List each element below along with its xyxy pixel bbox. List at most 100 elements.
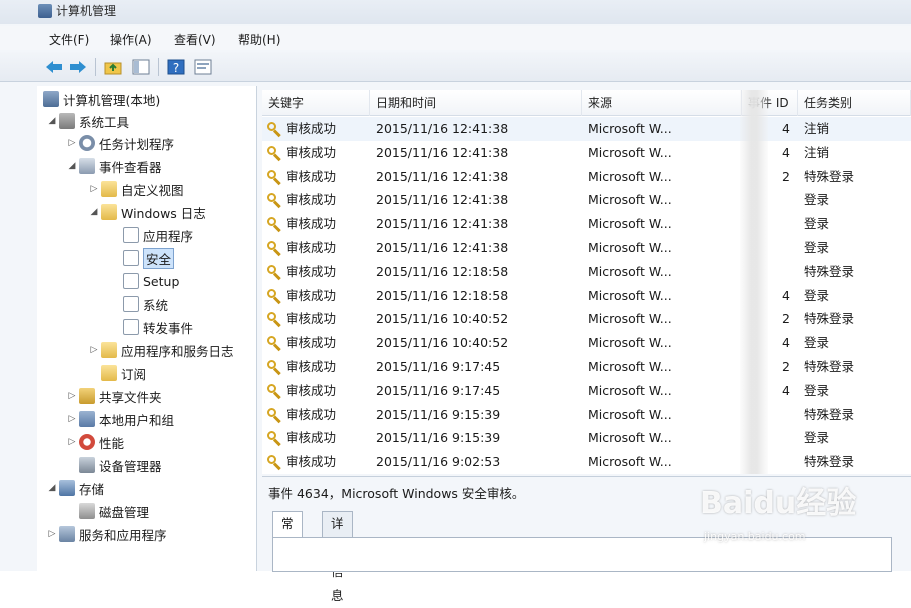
tree-node-task-scheduler[interactable]: ▷ 任务计划程序 bbox=[67, 132, 174, 154]
table-row[interactable]: 审核成功 2015/11/16 9:15:39 Microsoft W... 登录 bbox=[262, 426, 911, 450]
folder-icon bbox=[101, 204, 117, 220]
table-row[interactable]: 审核成功 2015/11/16 12:41:38 Microsoft W... 4 注销 bbox=[262, 141, 911, 165]
cell-source: Microsoft W... bbox=[588, 263, 672, 279]
tree-node-label: 安全 bbox=[143, 247, 175, 269]
tree-node-shared-folders[interactable]: ▷ 共享文件夹 bbox=[67, 385, 162, 407]
cell-datetime: 2015/11/16 9:15:39 bbox=[376, 406, 501, 422]
tree-node-label: 系统工具 bbox=[79, 114, 130, 130]
tree-node-event-viewer[interactable]: ◢ 事件查看器 bbox=[67, 155, 162, 177]
cell-keyword: 审核成功 bbox=[286, 311, 337, 327]
menu-bar: 文件(F) 操作(A) 查看(V) 帮助(H) bbox=[0, 26, 911, 50]
menu-help[interactable]: 帮助(H) bbox=[238, 31, 280, 48]
cell-datetime: 2015/11/16 12:41:38 bbox=[376, 121, 509, 136]
column-header-source[interactable]: 来源 bbox=[582, 90, 742, 116]
expand-arrow-icon[interactable]: ▷ bbox=[89, 345, 99, 355]
tree-node-forwarded-events[interactable]: 转发事件 bbox=[121, 316, 193, 338]
tree-node-custom-views[interactable]: ▷ 自定义视图 bbox=[89, 178, 184, 200]
tree-node-performance[interactable]: ▷ 性能 bbox=[67, 431, 124, 453]
tree-node-disk-management[interactable]: 磁盘管理 bbox=[77, 500, 149, 522]
menu-file[interactable]: 文件(F) bbox=[49, 31, 89, 48]
tree-node-application-log[interactable]: 应用程序 bbox=[121, 224, 193, 246]
cell-keyword: 审核成功 bbox=[286, 287, 337, 303]
tree-node-label: 服务和应用程序 bbox=[79, 527, 167, 543]
table-row[interactable]: 审核成功 2015/11/16 12:18:58 Microsoft W... 特殊登… bbox=[262, 260, 911, 284]
table-row[interactable]: 审核成功 2015/11/16 12:41:38 Microsoft W... 登录 bbox=[262, 212, 911, 236]
tree-node-label: 应用程序和服务日志 bbox=[121, 343, 234, 359]
table-row[interactable]: 审核成功 2015/11/16 9:17:45 Microsoft W... 2 特殊登… bbox=[262, 355, 911, 379]
tree-node-label: 转发事件 bbox=[143, 320, 194, 336]
expand-arrow-icon[interactable]: ▷ bbox=[89, 184, 99, 194]
tree-node-security-log[interactable]: 安全 bbox=[121, 247, 175, 269]
table-row[interactable]: 审核成功 2015/11/16 12:18:58 Microsoft W... 4 登录 bbox=[262, 284, 911, 308]
tree-node-label: 磁盘管理 bbox=[99, 504, 150, 520]
cell-keyword: 审核成功 bbox=[286, 121, 337, 136]
collapse-arrow-icon[interactable]: ◢ bbox=[89, 207, 99, 217]
table-row[interactable]: 审核成功 2015/11/16 10:40:52 Microsoft W... 2 特殊… bbox=[262, 307, 911, 331]
properties-icon[interactable] bbox=[193, 57, 213, 77]
collapse-arrow-icon[interactable]: ◢ bbox=[67, 161, 77, 171]
forward-icon[interactable] bbox=[68, 57, 88, 77]
expand-arrow-icon[interactable]: ▷ bbox=[67, 391, 77, 401]
tree-node-device-manager[interactable]: 设备管理器 bbox=[77, 454, 162, 476]
cell-event-id: 4 bbox=[782, 335, 790, 351]
tree-node-windows-logs[interactable]: ◢ Windows 日志 bbox=[89, 201, 206, 223]
tree-node-setup-log[interactable]: Setup bbox=[121, 270, 179, 292]
tree-node-app-service-logs[interactable]: ▷ 应用程序和服务日志 bbox=[89, 339, 234, 361]
back-icon[interactable] bbox=[44, 57, 64, 77]
cell-datetime: 2015/11/16 10:40:52 bbox=[376, 335, 509, 351]
expand-arrow-icon[interactable]: ▷ bbox=[67, 437, 77, 447]
expand-arrow-icon[interactable]: ▷ bbox=[67, 414, 77, 424]
cell-keyword: 审核成功 bbox=[286, 382, 337, 398]
table-row[interactable]: 审核成功 2015/11/16 9:15:39 Microsoft W... 特殊登录 bbox=[262, 403, 911, 427]
cell-task-category: 注销 bbox=[804, 144, 830, 160]
help-icon[interactable]: ? bbox=[166, 57, 186, 77]
tree-node-computer-management[interactable]: 计算机管理(本地) bbox=[41, 88, 160, 110]
table-row[interactable]: 审核成功 2015/11/16 12:41:38 Microsoft W... 4 注销 bbox=[262, 117, 911, 141]
table-row[interactable]: 审核成功 2015/11/16 12:41:38 Microsoft W... 登录 bbox=[262, 236, 911, 260]
cell-keyword: 审核成功 bbox=[286, 192, 337, 208]
tree-node-subscriptions[interactable]: 订阅 bbox=[99, 362, 146, 384]
table-row[interactable]: 审核成功 2015/11/16 10:40:52 Microsoft W... 4 登录 bbox=[262, 331, 911, 355]
cell-keyword: 审核成功 bbox=[286, 359, 337, 374]
cell-source: Microsoft W... bbox=[588, 382, 672, 398]
menu-action[interactable]: 操作(A) bbox=[110, 31, 152, 48]
up-folder-icon[interactable] bbox=[103, 57, 123, 77]
column-header-keyword[interactable]: 关键字 bbox=[262, 90, 370, 116]
cell-datetime: 2015/11/16 12:41:38 bbox=[376, 144, 509, 160]
tab-general[interactable]: 常规 bbox=[272, 511, 303, 555]
tab-details[interactable]: 详细信息 bbox=[322, 511, 353, 603]
tree-node-local-users[interactable]: ▷ 本地用户和组 bbox=[67, 408, 174, 430]
expand-arrow-icon[interactable]: ▷ bbox=[47, 529, 57, 539]
table-row[interactable]: 审核成功 2015/11/16 9:02:53 Microsoft W... 特殊登录 bbox=[262, 450, 911, 474]
device-manager-icon bbox=[79, 457, 95, 473]
column-header-datetime[interactable]: 日期和时间 bbox=[370, 90, 582, 116]
show-hide-tree-icon[interactable] bbox=[131, 57, 151, 77]
watermark-text: Baidu经验 bbox=[700, 486, 857, 521]
cell-source: Microsoft W... bbox=[588, 192, 672, 208]
tree-node-storage[interactable]: ◢ 存储 bbox=[47, 477, 104, 499]
table-row[interactable]: 审核成功 2015/11/16 9:17:45 Microsoft W... 4 登录 bbox=[262, 379, 911, 403]
shared-folder-icon bbox=[79, 388, 95, 404]
cell-task-category: 注销 bbox=[804, 121, 830, 136]
menu-view[interactable]: 查看(V) bbox=[174, 31, 216, 48]
key-icon bbox=[266, 121, 282, 138]
collapse-arrow-icon[interactable]: ◢ bbox=[47, 483, 57, 493]
tree-node-label: 计算机管理(本地) bbox=[63, 92, 161, 108]
table-row[interactable]: 审核成功 2015/11/16 12:41:38 Microsoft W... 登录 bbox=[262, 188, 911, 212]
cell-task-category: 特殊登录 bbox=[804, 359, 855, 374]
cell-datetime: 2015/11/16 9:17:45 bbox=[376, 382, 501, 398]
cell-task-category: 登录 bbox=[804, 382, 830, 398]
cell-keyword: 审核成功 bbox=[286, 406, 337, 422]
expand-arrow-icon[interactable]: ▷ bbox=[67, 138, 77, 148]
collapse-arrow-icon[interactable]: ◢ bbox=[47, 116, 57, 126]
tree-node-system-log[interactable]: 系统 bbox=[121, 293, 168, 315]
column-header-task-category[interactable]: 任务类别 bbox=[798, 90, 911, 116]
tree-node-label: 应用程序 bbox=[143, 228, 194, 244]
cell-event-id: 2 bbox=[782, 311, 790, 327]
cell-task-category: 登录 bbox=[804, 216, 830, 232]
table-row[interactable]: 审核成功 2015/11/16 12:41:38 Microsoft W... 2 特殊… bbox=[262, 165, 911, 189]
tree-node-services-applications[interactable]: ▷ 服务和应用程序 bbox=[47, 523, 167, 545]
key-icon bbox=[266, 192, 282, 209]
tree-node-system-tools[interactable]: ◢ 系统工具 bbox=[47, 110, 129, 132]
svg-text:?: ? bbox=[173, 61, 179, 75]
